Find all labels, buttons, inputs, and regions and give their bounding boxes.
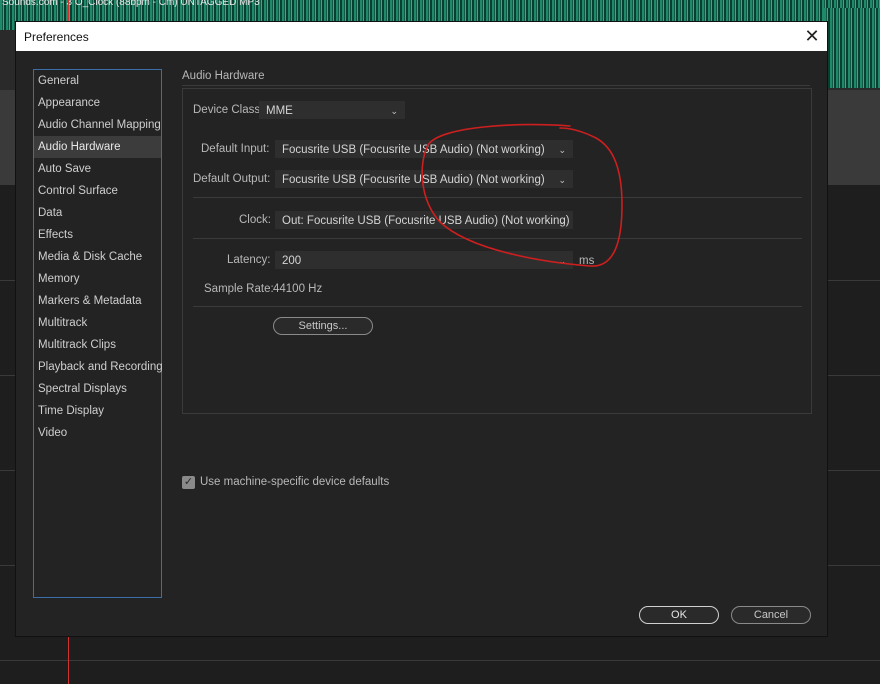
sidebar-item-audio-channel-mapping[interactable]: Audio Channel Mapping — [34, 114, 161, 136]
settings-button[interactable]: Settings... — [273, 317, 373, 335]
preferences-sidebar: General Appearance Audio Channel Mapping… — [33, 69, 163, 598]
sidebar-item-video[interactable]: Video — [34, 422, 161, 444]
clock-dropdown[interactable]: Out: Focusrite USB (Focusrite USB Audio)… — [275, 211, 573, 229]
chevron-down-icon: ⌄ — [390, 106, 398, 116]
chevron-down-icon: ⌄ — [558, 175, 566, 185]
clock-value: Out: Focusrite USB (Focusrite USB Audio)… — [282, 215, 570, 227]
panel-divider — [193, 197, 802, 198]
latency-unit: ms — [579, 255, 595, 267]
track-divider — [0, 660, 880, 661]
background-file-title: Sounds.com - 3 O_Clock (88bpm - Cm) UNTA… — [2, 0, 260, 8]
sidebar-item-media-disk-cache[interactable]: Media & Disk Cache — [34, 246, 161, 268]
default-output-dropdown[interactable]: Focusrite USB (Focusrite USB Audio) (Not… — [275, 170, 573, 188]
latency-dropdown[interactable]: 200 ⌄ — [275, 251, 573, 269]
device-class-label: Device Class: — [193, 104, 264, 116]
sidebar-item-audio-hardware[interactable]: Audio Hardware — [34, 136, 161, 158]
default-input-value: Focusrite USB (Focusrite USB Audio) (Not… — [282, 144, 545, 156]
sidebar-item-general[interactable]: General — [34, 70, 161, 92]
machine-defaults-label: Use machine-specific device defaults — [200, 476, 390, 488]
section-divider — [182, 85, 810, 86]
device-class-value: MME — [266, 105, 293, 117]
dialog-titlebar[interactable]: Preferences ✕ — [16, 22, 827, 51]
waveform-strip-right — [824, 8, 880, 88]
sidebar-item-playback-recording[interactable]: Playback and Recording — [34, 356, 163, 378]
audio-hardware-panel: Device Class: MME ⌄ Default Input: Focus… — [182, 88, 812, 414]
default-output-value: Focusrite USB (Focusrite USB Audio) (Not… — [282, 174, 545, 186]
dialog-title: Preferences — [24, 30, 89, 44]
device-class-dropdown[interactable]: MME ⌄ — [259, 101, 405, 119]
machine-defaults-checkbox[interactable]: ✓ — [182, 476, 195, 489]
default-input-label: Default Input: — [201, 143, 270, 155]
ok-button[interactable]: OK — [639, 606, 719, 624]
preferences-dialog: Preferences ✕ General Appearance Audio C… — [16, 22, 827, 636]
sidebar-item-control-surface[interactable]: Control Surface — [34, 180, 161, 202]
sample-rate-value: 44100 Hz — [273, 283, 323, 295]
chevron-down-icon: ⌄ — [558, 256, 566, 266]
cancel-button[interactable]: Cancel — [731, 606, 811, 624]
latency-value: 200 — [282, 255, 302, 267]
sidebar-item-data[interactable]: Data — [34, 202, 161, 224]
sidebar-item-multitrack[interactable]: Multitrack — [34, 312, 161, 334]
sidebar-item-memory[interactable]: Memory — [34, 268, 161, 290]
chevron-down-icon: ⌄ — [558, 145, 566, 155]
sidebar-item-appearance[interactable]: Appearance — [34, 92, 161, 114]
clock-label: Clock: — [239, 214, 271, 226]
sidebar-item-multitrack-clips[interactable]: Multitrack Clips — [34, 334, 161, 356]
close-icon[interactable]: ✕ — [797, 22, 827, 51]
latency-label: Latency: — [227, 254, 271, 266]
panel-divider — [193, 306, 802, 307]
default-output-label: Default Output: — [193, 173, 271, 185]
sidebar-item-markers-metadata[interactable]: Markers & Metadata — [34, 290, 161, 312]
sidebar-item-time-display[interactable]: Time Display — [34, 400, 161, 422]
sidebar-item-effects[interactable]: Effects — [34, 224, 161, 246]
sidebar-item-spectral-displays[interactable]: Spectral Displays — [34, 378, 161, 400]
panel-divider — [193, 238, 802, 239]
sample-rate-label: Sample Rate: — [204, 283, 274, 295]
chevron-down-icon: ⌄ — [558, 216, 566, 226]
section-title: Audio Hardware — [182, 70, 265, 82]
sidebar-item-auto-save[interactable]: Auto Save — [34, 158, 161, 180]
default-input-dropdown[interactable]: Focusrite USB (Focusrite USB Audio) (Not… — [275, 140, 573, 158]
